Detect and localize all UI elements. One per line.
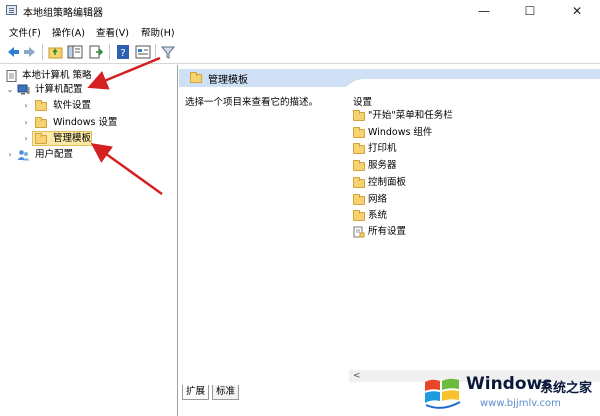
windows-logo-icon xyxy=(425,378,461,409)
watermark: Windows 系统之家 www.bjjmlv.com xyxy=(408,368,600,416)
watermark-brand-cn: 系统之家 xyxy=(540,381,593,396)
arrow-to-admin-templates xyxy=(90,143,163,196)
annotation-arrows xyxy=(87,56,163,196)
arrow-to-computer-config xyxy=(87,56,161,90)
watermark-url: www.bjjmlv.com xyxy=(480,398,561,409)
